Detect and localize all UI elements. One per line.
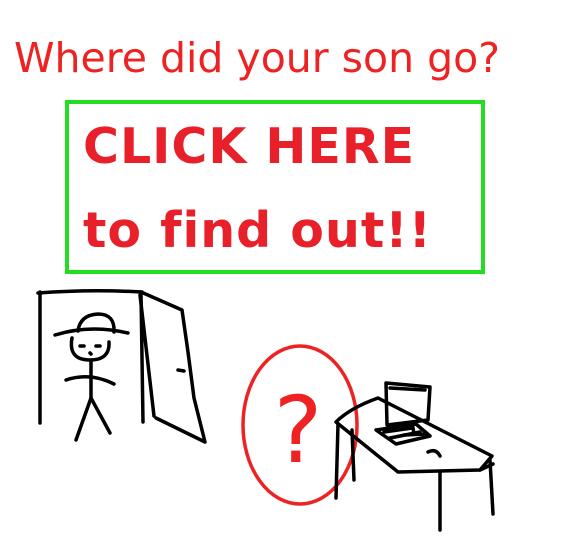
stick-figure-icon (53, 312, 130, 442)
click-here-button[interactable]: CLICK HERE to find out!! (65, 100, 485, 274)
cta-line-1: CLICK HERE (83, 118, 416, 175)
headline: Where did your son go? (14, 34, 500, 82)
cta-line-2: to find out!! (83, 202, 432, 259)
question-mark: ? (274, 377, 323, 484)
ad-canvas: Where did your son go? CLICK HERE to fin… (0, 0, 562, 554)
door-icon (36, 288, 207, 444)
computer-desk-icon (334, 381, 495, 532)
illustration: ? (36, 288, 495, 532)
